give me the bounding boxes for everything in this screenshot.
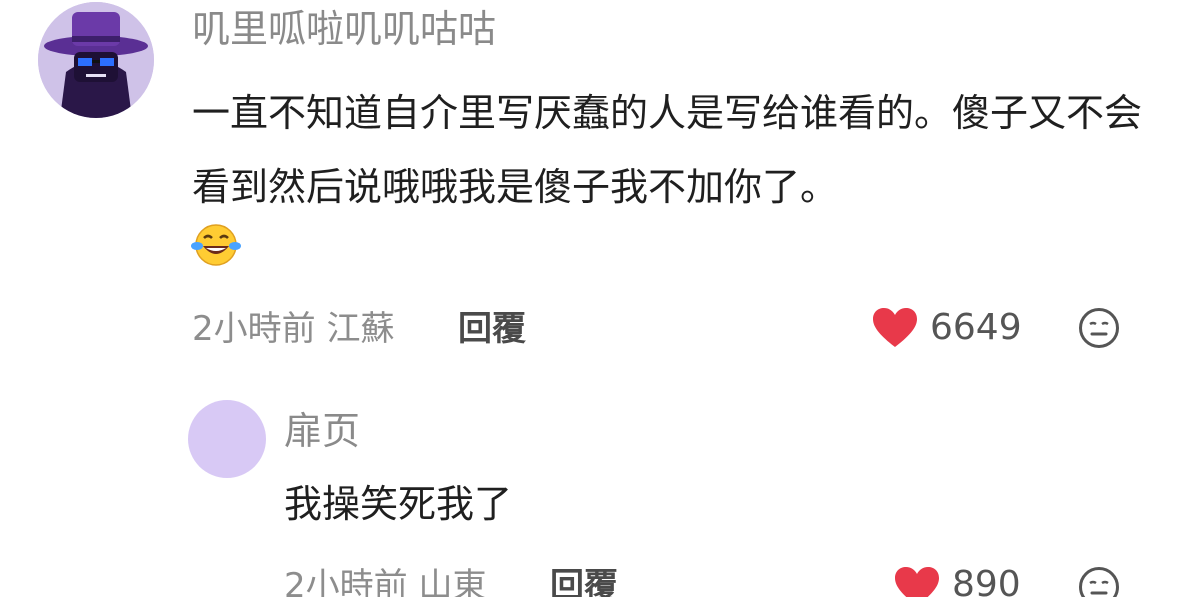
- face-with-tears-of-joy-icon: [190, 222, 242, 268]
- reply-username[interactable]: 扉页: [284, 412, 360, 450]
- reply-avatar[interactable]: [188, 400, 266, 478]
- comment-timestamp-location: 2小時前 江蘇: [192, 309, 395, 349]
- reply-button[interactable]: 回覆: [458, 312, 526, 346]
- reply-body: 我操笑死我了: [284, 482, 513, 526]
- comment-username[interactable]: 叽里呱啦叽叽咕咕: [192, 10, 496, 48]
- heart-icon[interactable]: [872, 307, 918, 349]
- neutral-face-icon[interactable]: [1078, 566, 1120, 597]
- like-count: 6649: [930, 307, 1022, 348]
- heart-icon[interactable]: [894, 566, 940, 597]
- comment-thread: 叽里呱啦叽叽咕咕 一直不知道自介里写厌蠢的人是写给谁看的。傻子又不会看到然后说哦…: [0, 0, 1187, 597]
- reply-timestamp-location: 2小時前 山東: [284, 566, 487, 597]
- hat-figure-avatar-icon: [38, 2, 154, 118]
- reply-like-count: 890: [952, 564, 1021, 597]
- neutral-face-icon[interactable]: [1078, 307, 1120, 349]
- reply-reply-button[interactable]: 回覆: [550, 569, 618, 597]
- comment-body: 一直不知道自介里写厌蠢的人是写给谁看的。傻子又不会看到然后说哦哦我是傻子我不加你…: [192, 91, 1143, 209]
- avatar[interactable]: [38, 2, 154, 118]
